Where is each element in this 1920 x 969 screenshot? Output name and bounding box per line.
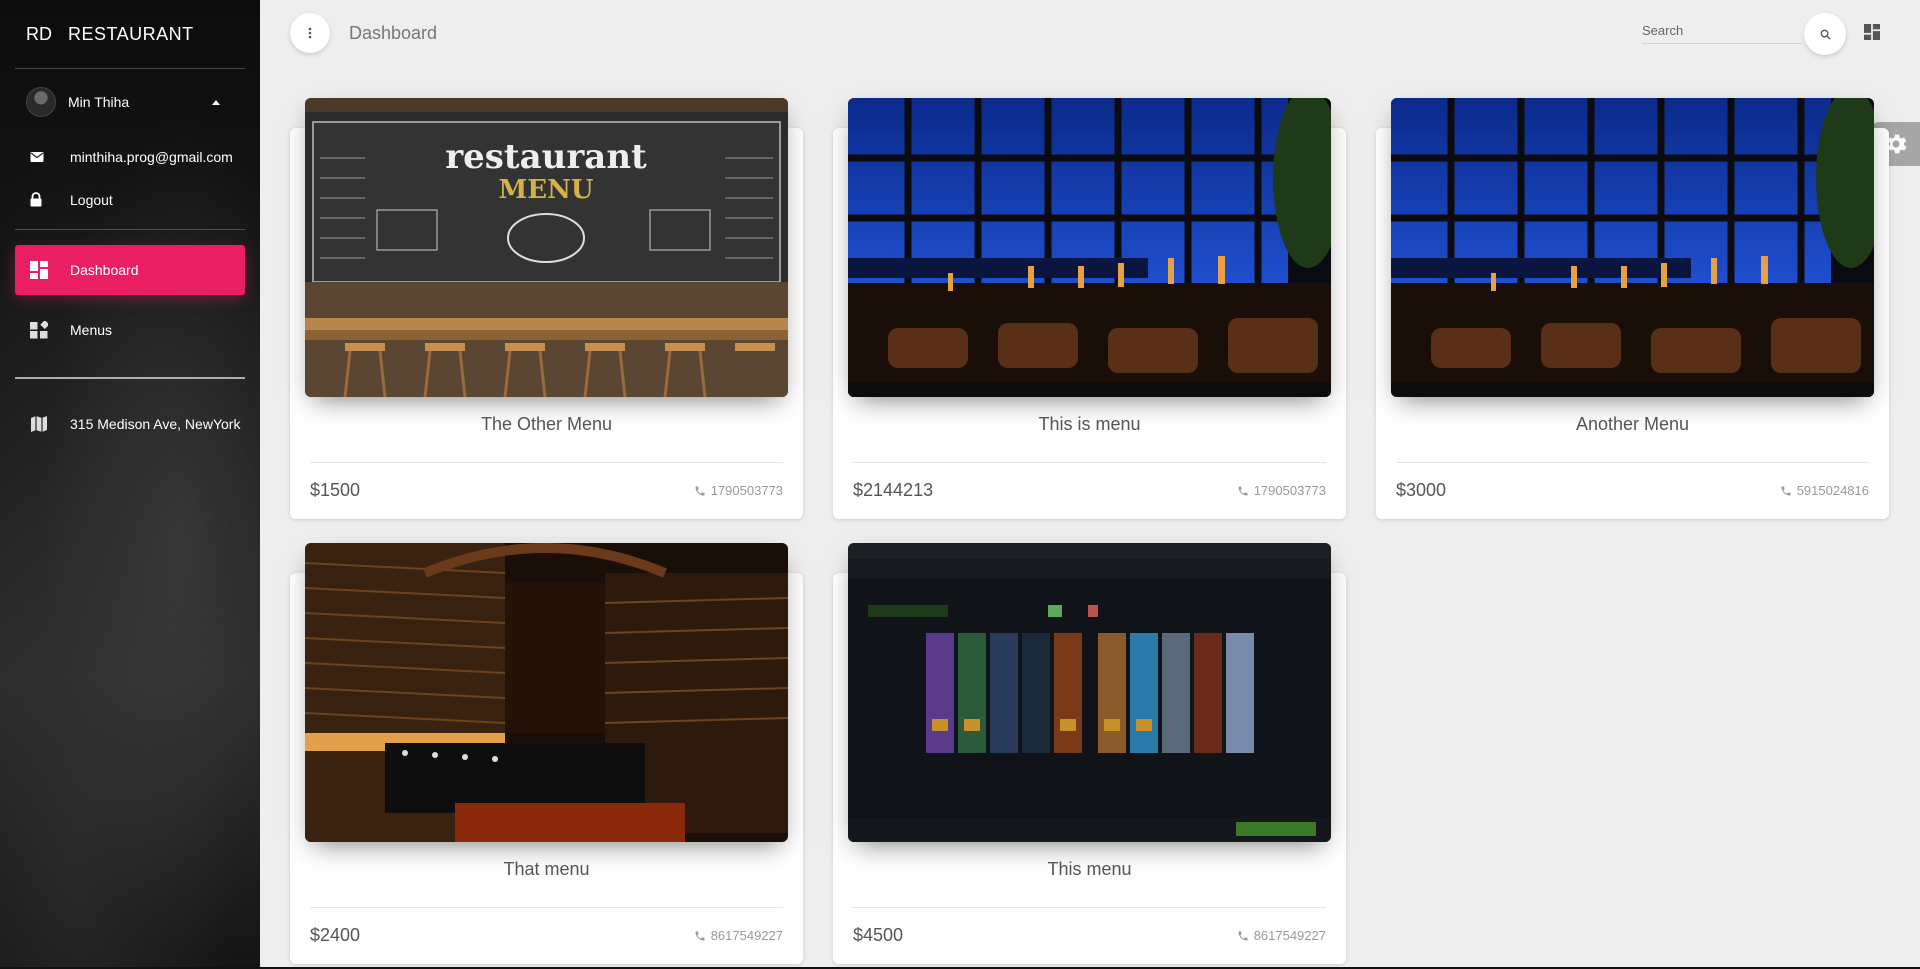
logout-label: Logout	[70, 191, 113, 208]
phone-icon	[1238, 486, 1248, 495]
card-price: $2400	[310, 925, 361, 945]
svg-text:MENU: MENU	[498, 175, 593, 205]
card-phone-number: 8617549227	[710, 928, 783, 943]
user-name: Min Thiha	[68, 94, 130, 110]
mail-icon	[30, 151, 70, 163]
address-label: 315 Medison Ave, NewYork	[70, 416, 241, 432]
card-price: $4500	[853, 925, 904, 945]
user-email-label: minthiha.prog@gmail.com	[70, 148, 233, 165]
user-email[interactable]: minthiha.prog@gmail.com	[0, 135, 260, 178]
search-button[interactable]	[1804, 13, 1846, 55]
sidebar-item-dashboard[interactable]: Dashboard	[15, 245, 245, 295]
avatar	[26, 87, 56, 117]
dashboard-view-button[interactable]	[1864, 24, 1882, 42]
divider	[853, 907, 1326, 908]
night-restaurant-image	[848, 98, 1331, 397]
game-screenshot-image	[848, 543, 1331, 842]
caret-up-icon	[212, 99, 220, 105]
card-phone-number: 1790503773	[1253, 483, 1326, 498]
dashboard-icon	[30, 261, 70, 279]
card-image: restaurant MENU	[305, 98, 788, 397]
divider	[15, 229, 245, 230]
card-image	[848, 98, 1331, 397]
card-phone-number: 1790503773	[710, 483, 783, 498]
sidebar-item-menus[interactable]: Menus	[15, 305, 245, 355]
more-vert-icon	[308, 27, 312, 39]
sidebar-toggle-button[interactable]	[290, 13, 330, 53]
card-price: $3000	[1396, 480, 1447, 500]
card-title[interactable]: That menu	[290, 859, 803, 880]
lock-icon	[30, 192, 70, 207]
search-icon	[1820, 29, 1831, 40]
card-image	[848, 543, 1331, 842]
user-toggle[interactable]: Min Thiha	[0, 69, 260, 135]
menu-card[interactable]: This menu $4500 8617549227	[833, 543, 1346, 964]
widgets-icon	[30, 321, 70, 339]
wine-cellar-image	[305, 543, 788, 842]
card-phone: 1790503773	[694, 483, 783, 498]
sidebar: RD RESTAURANT Min Thiha minthiha.prog@gm…	[0, 0, 260, 969]
logout-link[interactable]: Logout	[0, 178, 260, 221]
menu-card[interactable]: This is menu $2144213 1790503773	[833, 98, 1346, 519]
card-title[interactable]: Another Menu	[1376, 414, 1889, 435]
menu-card[interactable]: restaurant MENU The Other Menu $1500 179…	[290, 98, 803, 519]
brand-full: RESTAURANT	[68, 23, 194, 44]
sidebar-item-label: Menus	[70, 322, 113, 338]
page-title: Dashboard	[349, 23, 438, 43]
card-phone-number: 8617549227	[1253, 928, 1326, 943]
brand-mini: RD	[26, 23, 52, 44]
menu-card[interactable]: Another Menu $3000 5915024816	[1376, 98, 1889, 519]
search-field	[1642, 22, 1802, 44]
card-phone: 1790503773	[1237, 483, 1326, 498]
divider	[853, 462, 1326, 463]
phone-icon	[1238, 931, 1248, 940]
sidebar-item-label: Dashboard	[70, 262, 139, 278]
phone-icon	[695, 931, 705, 940]
card-phone-number: 5915024816	[1796, 483, 1869, 498]
night-restaurant-image	[1391, 98, 1874, 397]
chalkboard-menu-image: restaurant MENU	[305, 98, 788, 397]
divider	[1396, 462, 1869, 463]
card-title[interactable]: This is menu	[833, 414, 1346, 435]
svg-text:restaurant: restaurant	[445, 137, 647, 177]
dashboard-icon	[1864, 24, 1880, 40]
menu-card[interactable]: That menu $2400 8617549227	[290, 543, 803, 964]
card-phone: 8617549227	[694, 928, 783, 943]
card-image	[305, 543, 788, 842]
topbar: Dashboard	[260, 0, 1920, 68]
map-icon	[30, 415, 70, 433]
divider	[310, 907, 783, 908]
address: 315 Medison Ave, NewYork	[0, 379, 260, 469]
card-image	[1391, 98, 1874, 397]
brand[interactable]: RD RESTAURANT	[0, 0, 260, 68]
card-title[interactable]: The Other Menu	[290, 414, 803, 435]
card-phone: 5915024816	[1780, 483, 1869, 498]
card-price: $1500	[310, 480, 361, 500]
card-title[interactable]: This menu	[833, 859, 1346, 880]
card-phone: 8617549227	[1237, 928, 1326, 943]
phone-icon	[1781, 486, 1791, 495]
phone-icon	[695, 486, 705, 495]
search-input[interactable]	[1642, 23, 1802, 38]
divider	[310, 462, 783, 463]
card-price: $2144213	[853, 480, 934, 500]
